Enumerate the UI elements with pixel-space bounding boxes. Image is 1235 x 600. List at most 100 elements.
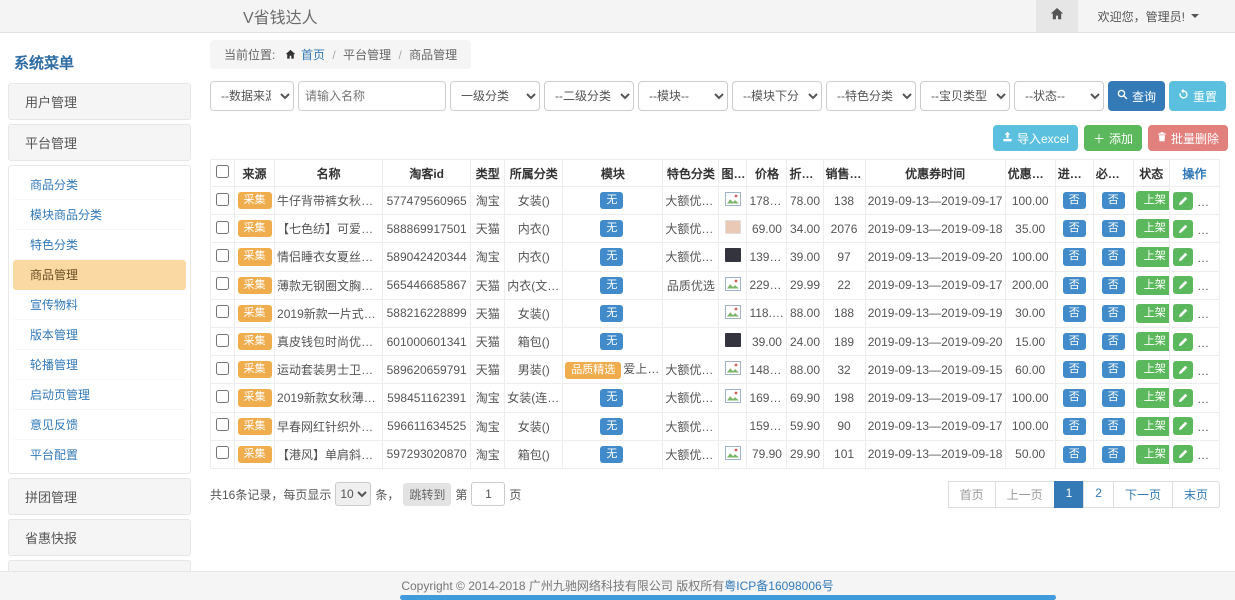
edit-button[interactable] xyxy=(1173,417,1193,435)
edit-button[interactable] xyxy=(1173,248,1193,266)
must-buy-toggle[interactable]: 否 xyxy=(1102,446,1125,463)
delete-button[interactable] xyxy=(1198,417,1218,435)
sidebar-item[interactable]: 拼团管理 xyxy=(8,478,191,515)
delete-button[interactable] xyxy=(1198,220,1218,238)
status-toggle[interactable]: 上架 xyxy=(1136,417,1170,436)
must-buy-toggle[interactable]: 否 xyxy=(1102,333,1125,350)
import-excel-button[interactable]: 导入excel xyxy=(993,125,1078,151)
jump-button[interactable]: 跳转到 xyxy=(403,483,451,506)
row-checkbox[interactable] xyxy=(216,249,229,262)
sidebar-subitem[interactable]: 轮播管理 xyxy=(13,350,186,380)
status-toggle[interactable]: 上架 xyxy=(1136,360,1170,379)
sidebar-subitem[interactable]: 模块商品分类 xyxy=(13,200,186,230)
home-button[interactable] xyxy=(1036,0,1078,32)
sidebar-item[interactable]: 省惠快报 xyxy=(8,519,191,556)
name-search-input[interactable] xyxy=(298,81,446,111)
row-checkbox[interactable] xyxy=(216,446,229,459)
filter-select[interactable]: --模块-- xyxy=(638,81,728,111)
import-select-toggle[interactable]: 否 xyxy=(1063,305,1086,322)
breadcrumb-home-link[interactable]: 首页 xyxy=(301,48,325,62)
row-checkbox[interactable] xyxy=(216,305,229,318)
status-toggle[interactable]: 上架 xyxy=(1136,388,1170,407)
page-button[interactable]: 2 xyxy=(1083,481,1114,508)
must-buy-toggle[interactable]: 否 xyxy=(1102,192,1125,209)
status-toggle[interactable]: 上架 xyxy=(1136,191,1170,210)
import-select-toggle[interactable]: 否 xyxy=(1063,277,1086,294)
delete-button[interactable] xyxy=(1198,389,1218,407)
must-buy-toggle[interactable]: 否 xyxy=(1102,305,1125,322)
sidebar-subitem[interactable]: 启动页管理 xyxy=(13,380,186,410)
delete-button[interactable] xyxy=(1198,304,1218,322)
edit-button[interactable] xyxy=(1173,361,1193,379)
delete-button[interactable] xyxy=(1198,333,1218,351)
filter-select[interactable]: 一级分类 xyxy=(450,81,540,111)
sidebar-subitem[interactable]: 版本管理 xyxy=(13,320,186,350)
edit-button[interactable] xyxy=(1173,333,1193,351)
status-toggle[interactable]: 上架 xyxy=(1136,304,1170,323)
icp-link[interactable]: 粤ICP备16098006号 xyxy=(724,579,833,593)
sidebar-subitem[interactable]: 特色分类 xyxy=(13,230,186,260)
import-select-toggle[interactable]: 否 xyxy=(1063,361,1086,378)
user-menu[interactable]: 欢迎您，管理员! xyxy=(1078,8,1235,25)
page-button[interactable]: 末页 xyxy=(1172,481,1220,508)
add-button[interactable]: ＋ 添加 xyxy=(1084,125,1142,151)
must-buy-toggle[interactable]: 否 xyxy=(1102,361,1125,378)
jump-page-input[interactable] xyxy=(471,482,505,506)
delete-button[interactable] xyxy=(1198,248,1218,266)
select-all-checkbox[interactable] xyxy=(216,165,229,178)
row-checkbox[interactable] xyxy=(216,418,229,431)
edit-button[interactable] xyxy=(1173,389,1193,407)
import-select-toggle[interactable]: 否 xyxy=(1063,333,1086,350)
status-toggle[interactable]: 上架 xyxy=(1136,247,1170,266)
filter-select[interactable]: --模块下分类-- xyxy=(732,81,822,111)
import-select-toggle[interactable]: 否 xyxy=(1063,446,1086,463)
import-select-toggle[interactable]: 否 xyxy=(1063,248,1086,265)
import-select-toggle[interactable]: 否 xyxy=(1063,418,1086,435)
page-button[interactable]: 下一页 xyxy=(1113,481,1173,508)
sidebar-item-platform-mgmt[interactable]: 平台管理 xyxy=(8,124,191,161)
filter-select[interactable]: --状态-- xyxy=(1014,81,1104,111)
batch-delete-button[interactable]: 批量删除 xyxy=(1148,125,1228,151)
filter-select[interactable]: --二级分类-- xyxy=(544,81,634,111)
data-source-select[interactable]: --数据来源-- xyxy=(210,81,294,111)
bottom-scrollbar[interactable] xyxy=(400,595,1056,600)
page-button[interactable]: 1 xyxy=(1054,481,1085,508)
edit-button[interactable] xyxy=(1173,220,1193,238)
row-checkbox[interactable] xyxy=(216,362,229,375)
edit-button[interactable] xyxy=(1173,445,1193,463)
must-buy-toggle[interactable]: 否 xyxy=(1102,389,1125,406)
must-buy-toggle[interactable]: 否 xyxy=(1102,248,1125,265)
edit-button[interactable] xyxy=(1173,192,1193,210)
status-toggle[interactable]: 上架 xyxy=(1136,332,1170,351)
sidebar-subitem[interactable]: 宣传物料 xyxy=(13,290,186,320)
sidebar-subitem[interactable]: 商品分类 xyxy=(13,170,186,200)
delete-button[interactable] xyxy=(1198,276,1218,294)
sidebar-subitem[interactable]: 商品管理 xyxy=(13,260,186,290)
edit-button[interactable] xyxy=(1173,276,1193,294)
delete-button[interactable] xyxy=(1198,361,1218,379)
status-toggle[interactable]: 上架 xyxy=(1136,219,1170,238)
sidebar-subitem[interactable]: 平台配置 xyxy=(13,440,186,469)
row-checkbox[interactable] xyxy=(216,334,229,347)
must-buy-toggle[interactable]: 否 xyxy=(1102,418,1125,435)
status-toggle[interactable]: 上架 xyxy=(1136,445,1170,464)
page-button[interactable]: 上一页 xyxy=(995,481,1055,508)
edit-button[interactable] xyxy=(1173,304,1193,322)
search-button[interactable]: 查询 xyxy=(1108,81,1165,111)
filter-select[interactable]: --宝贝类型-- xyxy=(920,81,1010,111)
import-select-toggle[interactable]: 否 xyxy=(1063,389,1086,406)
row-checkbox[interactable] xyxy=(216,193,229,206)
status-toggle[interactable]: 上架 xyxy=(1136,276,1170,295)
row-checkbox[interactable] xyxy=(216,221,229,234)
import-select-toggle[interactable]: 否 xyxy=(1063,220,1086,237)
must-buy-toggle[interactable]: 否 xyxy=(1102,277,1125,294)
delete-button[interactable] xyxy=(1198,445,1218,463)
delete-button[interactable] xyxy=(1198,192,1218,210)
page-button[interactable]: 首页 xyxy=(948,481,996,508)
sidebar-subitem[interactable]: 意见反馈 xyxy=(13,410,186,440)
must-buy-toggle[interactable]: 否 xyxy=(1102,220,1125,237)
import-select-toggle[interactable]: 否 xyxy=(1063,192,1086,209)
per-page-select[interactable]: 10 xyxy=(335,482,371,506)
reset-button[interactable]: 重置 xyxy=(1169,81,1226,111)
row-checkbox[interactable] xyxy=(216,390,229,403)
